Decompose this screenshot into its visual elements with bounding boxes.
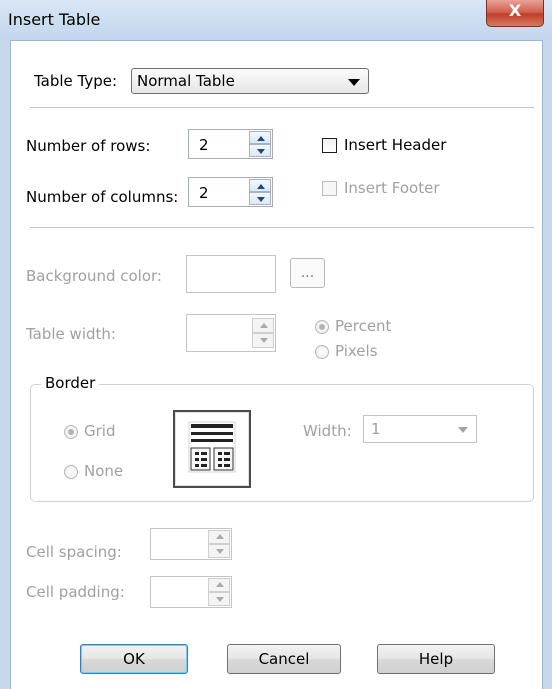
cell-padding-stepper[interactable]: [150, 576, 232, 608]
rows-decrement-button[interactable]: [249, 144, 271, 157]
border-group: [30, 384, 534, 502]
none-label: None: [84, 462, 124, 480]
table-type-value: Normal Table: [137, 72, 235, 90]
insert-footer-label: Insert Footer: [344, 179, 440, 197]
grid-radio[interactable]: [64, 425, 78, 439]
divider: [30, 227, 534, 228]
insert-header-label: Insert Header: [344, 136, 447, 154]
arrow-down-icon: [257, 197, 265, 202]
rows-value: 2: [199, 136, 209, 154]
table-width-decrement-button[interactable]: [252, 333, 274, 348]
arrow-up-icon: [257, 136, 265, 141]
columns-value: 2: [199, 184, 209, 202]
ellipsis-icon: ...: [300, 265, 315, 281]
rows-label: Number of rows:: [26, 137, 151, 155]
none-radio[interactable]: [64, 465, 78, 479]
background-color-swatch[interactable]: [186, 255, 276, 293]
columns-spin-buttons: [249, 179, 271, 205]
table-type-label: Table Type:: [34, 72, 118, 90]
window-frame-right: [542, 40, 552, 689]
cancel-button[interactable]: Cancel: [227, 644, 341, 674]
window-frame-left: [0, 40, 11, 689]
table-width-increment-button[interactable]: [252, 318, 274, 333]
table-layout-icon: [188, 421, 236, 473]
columns-decrement-button[interactable]: [249, 192, 271, 205]
cell-spacing-stepper[interactable]: [150, 528, 232, 560]
border-width-label: Width:: [303, 422, 352, 440]
table-width-spin-buttons: [252, 318, 274, 348]
percent-radio[interactable]: [315, 320, 329, 334]
border-width-select[interactable]: 1: [363, 415, 477, 443]
cell-spacing-spin-buttons: [208, 530, 230, 558]
background-color-label: Background color:: [26, 267, 162, 285]
arrow-down-icon: [260, 338, 268, 343]
insert-footer-checkbox[interactable]: [322, 181, 337, 196]
rows-increment-button[interactable]: [249, 131, 271, 144]
table-width-label: Table width:: [26, 325, 116, 343]
arrow-up-icon: [216, 582, 224, 587]
pixels-radio[interactable]: [315, 345, 329, 359]
pixels-label: Pixels: [335, 342, 378, 360]
cell-spacing-increment-button[interactable]: [208, 530, 230, 544]
columns-increment-button[interactable]: [249, 179, 271, 192]
cell-padding-decrement-button[interactable]: [208, 592, 230, 606]
columns-stepper[interactable]: 2: [188, 177, 273, 207]
rows-spin-buttons: [249, 131, 271, 157]
window-title: Insert Table: [8, 10, 101, 29]
cell-spacing-decrement-button[interactable]: [208, 544, 230, 558]
columns-label: Number of columns:: [26, 188, 179, 206]
border-width-value: 1: [371, 420, 381, 438]
arrow-down-icon: [216, 597, 224, 602]
percent-label: Percent: [335, 317, 392, 335]
help-button[interactable]: Help: [377, 644, 495, 674]
cell-padding-label: Cell padding:: [26, 583, 125, 601]
arrow-up-icon: [257, 184, 265, 189]
border-group-title: Border: [41, 374, 100, 392]
divider: [30, 107, 534, 108]
rows-stepper[interactable]: 2: [188, 129, 273, 159]
chevron-down-icon: [348, 79, 360, 86]
grid-label: Grid: [84, 422, 116, 440]
close-button[interactable]: X: [486, 0, 544, 27]
border-preview: [173, 410, 251, 488]
cell-padding-spin-buttons: [208, 578, 230, 606]
arrow-down-icon: [216, 549, 224, 554]
insert-header-checkbox[interactable]: [322, 138, 337, 153]
arrow-up-icon: [216, 534, 224, 539]
background-color-picker-button[interactable]: ...: [290, 258, 325, 288]
cell-padding-increment-button[interactable]: [208, 578, 230, 592]
close-icon: X: [508, 1, 522, 20]
arrow-down-icon: [257, 149, 265, 154]
chevron-down-icon: [458, 427, 468, 433]
arrow-up-icon: [260, 323, 268, 328]
cell-spacing-label: Cell spacing:: [26, 543, 122, 561]
table-type-select[interactable]: Normal Table: [131, 68, 369, 94]
table-width-stepper[interactable]: [186, 314, 276, 352]
ok-button[interactable]: OK: [80, 644, 188, 674]
